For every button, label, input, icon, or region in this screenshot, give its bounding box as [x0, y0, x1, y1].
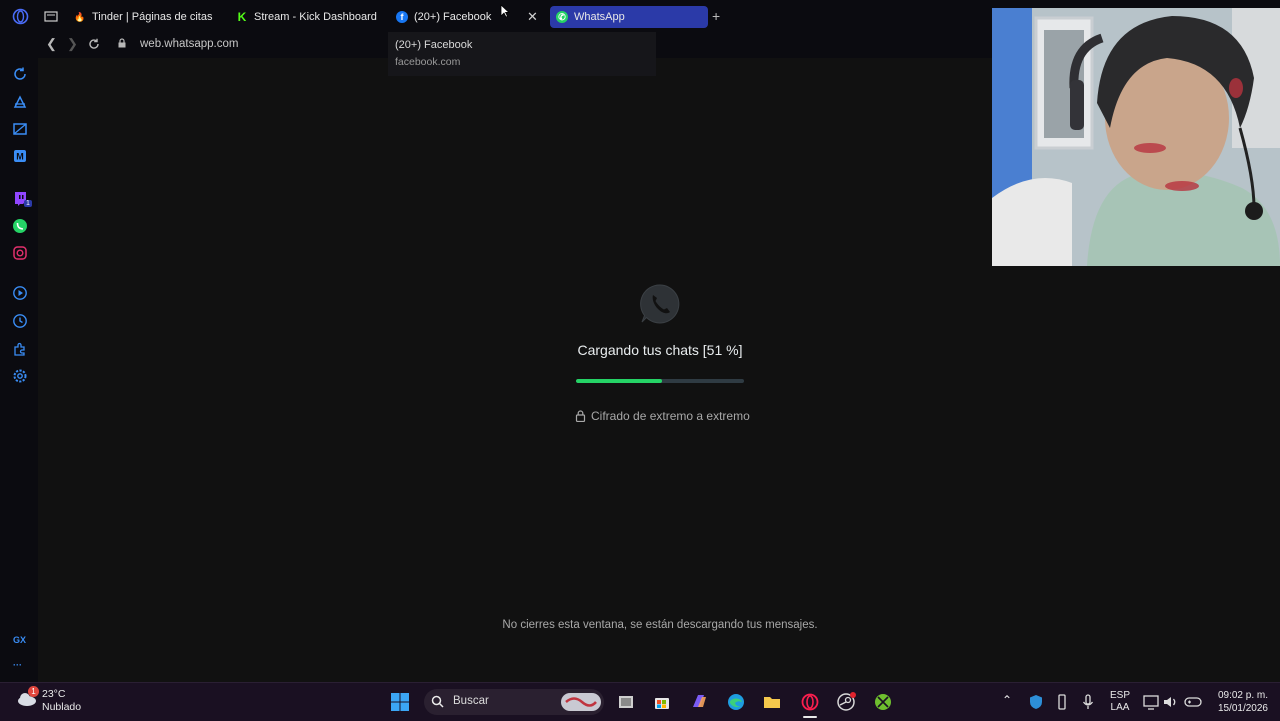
progress-fill [576, 379, 662, 383]
reload-icon[interactable] [88, 38, 100, 50]
back-icon[interactable]: ❮ [46, 36, 57, 52]
tooltip-domain: facebook.com [395, 56, 461, 68]
encryption-text: Cifrado de extremo a extremo [591, 409, 750, 423]
search-label: Buscar [453, 695, 489, 707]
url-field[interactable]: web.whatsapp.com [140, 38, 238, 50]
gx-control-icon[interactable] [12, 94, 28, 110]
facebook-icon: f [396, 11, 408, 23]
system-clock[interactable]: 09:02 p. m. 15/01/2026 [1212, 689, 1268, 715]
clock-time: 09:02 p. m. [1217, 690, 1268, 701]
keyboard-layout: LAA [1110, 702, 1130, 713]
usb-device-icon[interactable] [1052, 692, 1072, 712]
gx-label[interactable]: GX [13, 635, 26, 645]
opera-active-indicator [803, 716, 817, 718]
opera-gx-icon[interactable] [800, 692, 820, 712]
weather-condition-text: Nublado [42, 701, 82, 713]
microsoft-store-icon[interactable] [652, 692, 672, 712]
search-icon [431, 695, 444, 708]
webcam-overlay [992, 8, 1280, 266]
defender-shield-icon[interactable] [1026, 692, 1046, 712]
whatsapp-sidebar-icon[interactable] [12, 218, 28, 234]
display-monitor-icon[interactable] [1141, 692, 1161, 712]
tab-facebook[interactable]: f (20+) Facebook [396, 6, 491, 28]
file-explorer-icon[interactable] [762, 692, 782, 712]
steam-icon[interactable] [836, 692, 856, 712]
tab-label: Tinder | Páginas de citas [92, 11, 213, 23]
game-controller-icon[interactable] [1183, 692, 1203, 712]
lock-icon[interactable] [117, 38, 127, 48]
close-tab-icon[interactable]: ✕ [527, 9, 538, 25]
temperature-text: 23°C [42, 688, 66, 700]
volume-speaker-icon[interactable] [1161, 692, 1181, 712]
loading-status-text: Cargando tus chats [51 %] [577, 342, 743, 358]
xbox-icon[interactable] [873, 692, 893, 712]
mouse-cursor-icon [500, 4, 510, 18]
gx-cleaner-icon[interactable] [12, 121, 28, 137]
more-options-icon[interactable]: ··· [13, 660, 22, 670]
history-icon[interactable] [12, 313, 28, 329]
kick-icon: K [236, 10, 248, 24]
show-hidden-icons-button[interactable]: ⌃ [1002, 694, 1012, 706]
settings-gear-icon[interactable] [12, 368, 28, 384]
opera-logo-icon[interactable] [12, 8, 29, 25]
tooltip-title: (20+) Facebook [395, 39, 473, 51]
whatsapp-logo-icon [640, 284, 680, 324]
language-indicator[interactable]: ESP LAA [1106, 690, 1134, 714]
webcam-video-image [992, 8, 1280, 266]
forward-icon[interactable]: ❯ [67, 36, 78, 52]
language-code: ESP [1109, 690, 1130, 701]
svg-text:M: M [16, 152, 24, 162]
encryption-notice: Cifrado de extremo a extremo [575, 409, 750, 423]
edge-browser-icon[interactable] [726, 692, 746, 712]
search-highlight-icon [561, 693, 601, 711]
tab-label: (20+) Facebook [414, 11, 492, 23]
copilot-icon[interactable] [689, 692, 709, 712]
weather-badge: 1 [28, 686, 39, 697]
tab-whatsapp[interactable]: ✆ WhatsApp [550, 6, 708, 28]
instagram-icon[interactable] [12, 245, 28, 261]
windows-taskbar: 1 23°C Nublado Buscar ⌃ ESP LAA 09:02 p.… [0, 682, 1280, 721]
tab-kick[interactable]: K Stream - Kick Dashboard [236, 6, 377, 28]
new-tab-button[interactable]: + [712, 8, 720, 24]
tab-label: Stream - Kick Dashboard [254, 11, 377, 23]
twitch-badge: 1 [24, 200, 32, 207]
loading-progress-bar [576, 379, 744, 383]
download-warning-text: No cierres esta ventana, se están descar… [502, 619, 818, 631]
tab-label: WhatsApp [574, 11, 625, 23]
refresh-sidebar-icon[interactable] [12, 66, 28, 82]
tab-tinder[interactable]: 🔥 Tinder | Páginas de citas [74, 6, 212, 28]
gx-mod-icon[interactable]: M [12, 148, 28, 164]
sidebar: M 1 GX ··· [0, 58, 38, 682]
tinder-icon: 🔥 [74, 11, 86, 22]
task-view-icon[interactable] [616, 692, 636, 712]
player-icon[interactable] [12, 285, 28, 301]
clock-date: 15/01/2026 [1217, 703, 1268, 714]
microphone-icon[interactable] [1078, 692, 1098, 712]
whatsapp-icon: ✆ [556, 11, 568, 23]
tab-hover-tooltip: (20+) Facebook facebook.com [388, 32, 656, 76]
tab-manager-icon[interactable] [44, 11, 58, 22]
padlock-icon [575, 410, 586, 422]
windows-start-icon[interactable] [390, 692, 410, 712]
